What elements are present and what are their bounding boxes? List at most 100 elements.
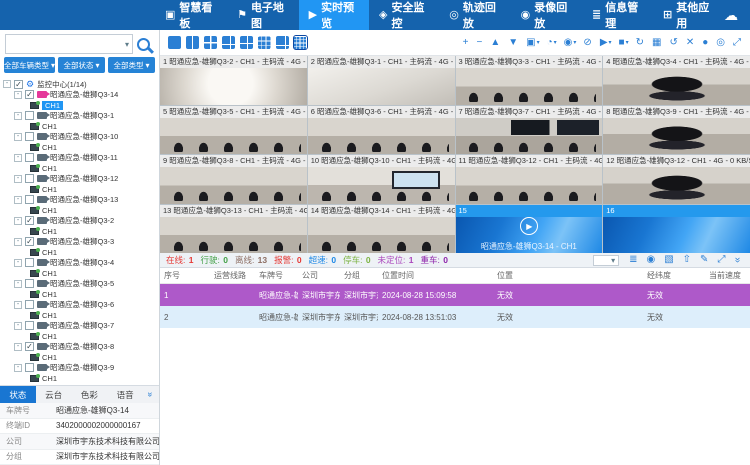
video-tile[interactable]: 11 昭通应急-雄狮Q3-12 - CH1 - 主码流 - 4G - 0 ...	[456, 155, 603, 204]
video-frame[interactable]	[160, 68, 307, 105]
channel-label[interactable]: CH1	[42, 143, 57, 152]
globe-icon[interactable]: ◉	[646, 255, 655, 265]
stop-button[interactable]: ■ ▾	[619, 38, 629, 48]
table-row[interactable]: 1昭通应急-雄狮Q深圳市宇东技术科技深圳市宇东技术科技2024-08-28 15…	[160, 284, 750, 306]
tree-channel-row[interactable]: CH1	[3, 289, 159, 300]
device-label[interactable]: 昭通应急-雄狮Q3-13	[50, 194, 118, 205]
device-label[interactable]: 昭通应急-雄狮Q3-14	[50, 89, 118, 100]
device-checkbox[interactable]	[25, 90, 34, 99]
device-label[interactable]: 昭通应急-雄狮Q3-5	[50, 278, 114, 289]
save-button[interactable]: ▦	[652, 38, 662, 48]
tree-channel-row[interactable]: CH1	[3, 373, 159, 384]
video-tile[interactable]: 7 昭通应急-雄狮Q3-7 - CH1 - 主码流 - 4G - 0 K...	[456, 106, 603, 155]
collapse-toggle-icon[interactable]: -	[14, 175, 22, 183]
tree-device-row[interactable]: - 昭通应急-雄狮Q3-3	[3, 237, 159, 248]
video-frame[interactable]	[160, 167, 307, 204]
video-frame[interactable]	[160, 118, 307, 155]
tree-device-row[interactable]: - 昭通应急-雄狮Q3-14	[3, 90, 159, 101]
channel-label[interactable]: CH1	[42, 206, 57, 215]
collapse-toggle-icon[interactable]: -	[14, 259, 22, 267]
video-tile[interactable]: 12 昭通应急-雄狮Q3-12 - CH1 - 4G - 0 KB/S / 2.…	[603, 155, 750, 204]
channel-label[interactable]: CH1	[42, 185, 57, 194]
device-checkbox[interactable]	[25, 258, 34, 267]
collapse-toggle-icon[interactable]: -	[14, 364, 22, 372]
tree-device-row[interactable]: - 昭通应急-雄狮Q3-4	[3, 258, 159, 269]
nav-tab[interactable]: ≣ 信息管理	[582, 0, 653, 30]
layout-16-icon[interactable]	[294, 36, 307, 49]
zoom-out-button[interactable]: −	[476, 38, 483, 48]
tree-device-row[interactable]: - 昭通应急-雄狮Q3-13	[3, 195, 159, 206]
video-tile[interactable]: 9 昭通应急-雄狮Q3-8 - CH1 - 主码流 - 4G - 0 K...	[160, 155, 307, 204]
channel-label[interactable]: CH1	[42, 290, 57, 299]
tree-channel-row[interactable]: CH1	[3, 163, 159, 174]
tree-channel-row[interactable]: CH1	[3, 247, 159, 258]
snapshot-button[interactable]: ◉ ▾	[564, 38, 577, 48]
channel-label[interactable]: CH1	[42, 311, 57, 320]
collapse-toggle-icon[interactable]: -	[14, 238, 22, 246]
video-frame[interactable]	[603, 167, 750, 204]
tree-device-row[interactable]: - 昭通应急-雄狮Q3-10	[3, 132, 159, 143]
collapse-toggle-icon[interactable]: -	[14, 112, 22, 120]
tree-device-row[interactable]: - 昭通应急-雄狮Q3-12	[3, 174, 159, 185]
video-frame[interactable]: ▶ 昭通应急-雄狮Q3-14 - CH1	[456, 217, 603, 254]
tree-channel-row[interactable]: CH1	[3, 142, 159, 153]
video-tile[interactable]: 1 昭通应急-雄狮Q3-2 - CH1 - 主码流 - 4G - 0 K...	[160, 56, 307, 105]
layout-13-icon[interactable]	[276, 36, 289, 49]
nav-tab[interactable]: ▶ 实时预览	[299, 0, 369, 30]
tree-channel-row[interactable]: CH1	[3, 121, 159, 132]
video-tile[interactable]: 8 昭通应急-雄狮Q3-9 - CH1 - 主码流 - 4G - 0 KB...	[603, 106, 750, 155]
collapse-toggle-icon[interactable]: -	[14, 154, 22, 162]
collapse-toggle-icon[interactable]: -	[14, 301, 22, 309]
device-checkbox[interactable]	[25, 363, 34, 372]
eye-button[interactable]: ◎	[716, 38, 726, 48]
collapse-toggle-icon[interactable]: -	[14, 343, 22, 351]
sidebar-tab[interactable]: 语音	[107, 386, 143, 403]
layout-6-icon[interactable]	[222, 36, 235, 49]
device-label[interactable]: 昭通应急-雄狮Q3-10	[50, 131, 118, 142]
page-down-button[interactable]: ▼	[508, 38, 519, 48]
tree-channel-row[interactable]: CH1	[3, 100, 159, 111]
nav-tab[interactable]: ⚑ 电子地图	[227, 0, 299, 30]
layout-1-icon[interactable]	[168, 36, 181, 49]
polling-button[interactable]: ↺	[669, 38, 678, 48]
chart-icon[interactable]: ▧	[664, 255, 673, 265]
stream-button[interactable]: ◔ ▾	[547, 38, 557, 48]
tree-root-label[interactable]: 监控中心(1/14)	[37, 79, 87, 90]
tree-channel-row[interactable]: CH1	[3, 205, 159, 216]
device-checkbox[interactable]	[25, 279, 34, 288]
collapse-icon[interactable]: »	[732, 257, 742, 263]
device-label[interactable]: 昭通应急-雄狮Q3-7	[50, 320, 114, 331]
tree-channel-row[interactable]: CH1	[3, 226, 159, 237]
channel-label[interactable]: CH1	[42, 374, 57, 383]
nav-tab[interactable]: ▣ 智慧看板	[155, 0, 227, 30]
caret-down-icon[interactable]: ▾	[122, 40, 132, 49]
video-frame[interactable]	[603, 68, 750, 105]
device-label[interactable]: 昭通应急-雄狮Q3-3	[50, 236, 114, 247]
mute-button[interactable]: ⊘	[583, 38, 592, 48]
chevrons-icon[interactable]: »	[143, 387, 160, 403]
tree-device-row[interactable]: - 昭通应急-雄狮Q3-9	[3, 363, 159, 374]
cloud-icon[interactable]: ☁	[724, 7, 750, 24]
collapse-toggle-icon[interactable]: -	[14, 322, 22, 330]
device-checkbox[interactable]	[25, 216, 34, 225]
refresh-button[interactable]: ↻	[636, 38, 645, 48]
video-frame[interactable]	[308, 217, 455, 254]
device-checkbox[interactable]	[25, 195, 34, 204]
tree-device-row[interactable]: - 昭通应急-雄狮Q3-6	[3, 300, 159, 311]
edit-icon[interactable]: ✎	[700, 255, 708, 265]
channel-label[interactable]: CH1	[42, 227, 57, 236]
video-tile[interactable]: 15 ▶ 昭通应急-雄狮Q3-14 - CH1	[456, 205, 603, 254]
tree-channel-row[interactable]: CH1	[3, 331, 159, 342]
device-label[interactable]: 昭通应急-雄狮Q3-1	[50, 110, 114, 121]
channel-label[interactable]: CH1	[42, 332, 57, 341]
filter-dropdown[interactable]: 全部状态 ▾	[58, 57, 105, 73]
layout-2-icon[interactable]	[186, 36, 199, 49]
nav-tab[interactable]: ⊞ 其他应用	[653, 0, 724, 30]
device-label[interactable]: 昭通应急-雄狮Q3-9	[50, 362, 114, 373]
channel-label[interactable]: CH1	[42, 164, 57, 173]
layout-8-icon[interactable]	[240, 36, 253, 49]
channel-label[interactable]: CH1	[42, 122, 57, 131]
device-checkbox[interactable]	[25, 174, 34, 183]
play-button[interactable]: ▶ ▾	[600, 38, 612, 48]
export-icon[interactable]: ⇧	[683, 255, 691, 265]
